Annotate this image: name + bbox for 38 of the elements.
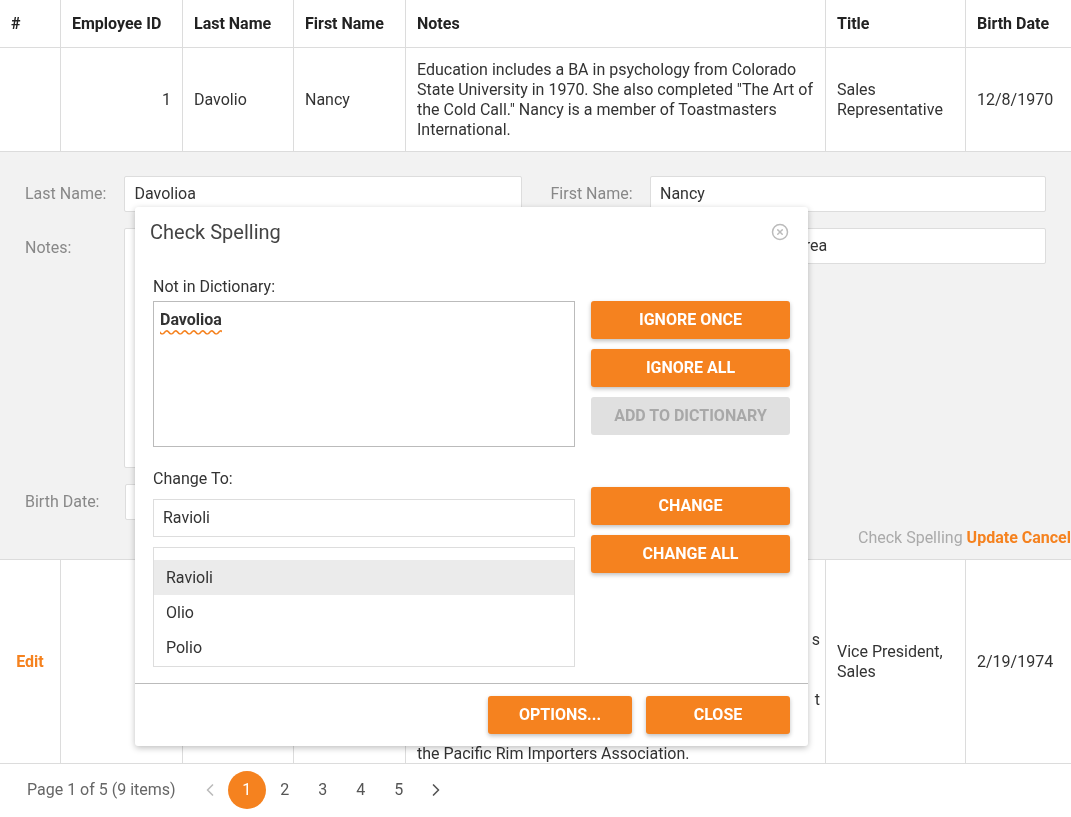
input-field[interactable]: Ravioli bbox=[153, 499, 575, 537]
suggestion-item[interactable]: Olio bbox=[154, 595, 574, 631]
table-cell: Nancy bbox=[305, 89, 350, 110]
suggestion-item[interactable]: Ravioli bbox=[154, 560, 574, 596]
table-cell-text: Vice President, Sales bbox=[837, 641, 944, 682]
table-cell-text: Sales Representative bbox=[837, 79, 944, 120]
table-cell-text: 2/19/1974 bbox=[977, 650, 1054, 673]
close-icon[interactable] bbox=[771, 223, 789, 241]
table-cell: Davolio bbox=[194, 89, 247, 110]
page-button[interactable]: 5 bbox=[379, 771, 418, 809]
field-label: Birth Date: bbox=[25, 491, 101, 513]
field-label: First Name: bbox=[550, 183, 634, 205]
column-header[interactable]: # bbox=[11, 11, 21, 36]
table-cell: 12/8/1970 bbox=[977, 89, 1054, 110]
page-button[interactable]: 4 bbox=[341, 771, 380, 809]
page-button[interactable]: 3 bbox=[303, 771, 342, 809]
field-label: Notes: bbox=[25, 237, 73, 259]
table-cell-text: t bbox=[814, 690, 820, 710]
column-header[interactable]: First Name bbox=[305, 11, 384, 36]
suggestion-item[interactable]: Polio bbox=[154, 630, 574, 666]
column-header[interactable]: Employee ID bbox=[72, 11, 162, 36]
dialog-title: Check Spelling bbox=[150, 219, 281, 246]
table-cell: 1 bbox=[162, 89, 171, 110]
misspelled-text-area[interactable]: Davolioa bbox=[153, 301, 575, 447]
table-cell-text: the Pacific Rim Importers Association. bbox=[417, 745, 691, 763]
pager-summary: Page 1 of 5 (9 items) bbox=[27, 779, 176, 801]
column-header[interactable]: Title bbox=[837, 11, 870, 36]
column-header[interactable]: Last Name bbox=[194, 11, 272, 36]
field-label: Last Name: bbox=[25, 183, 108, 205]
column-header[interactable]: Notes bbox=[417, 11, 460, 36]
table-cell: Education includes a BA in psychology from Colorado State University in 1970. She also completed "The Art of the Cold Call." Nancy is a member of Toastmasters International. bbox=[417, 59, 814, 140]
suggestion-list[interactable]: Ravioli Olio Polio bbox=[153, 547, 575, 667]
input-field[interactable]: Nancy bbox=[650, 176, 1046, 212]
column-header[interactable]: Birth Date bbox=[977, 11, 1050, 36]
page-button[interactable]: 2 bbox=[265, 771, 304, 809]
field-label: Change To: bbox=[153, 468, 234, 490]
table-cell-text: s bbox=[811, 630, 820, 650]
field-label: Not in Dictionary: bbox=[153, 276, 276, 298]
